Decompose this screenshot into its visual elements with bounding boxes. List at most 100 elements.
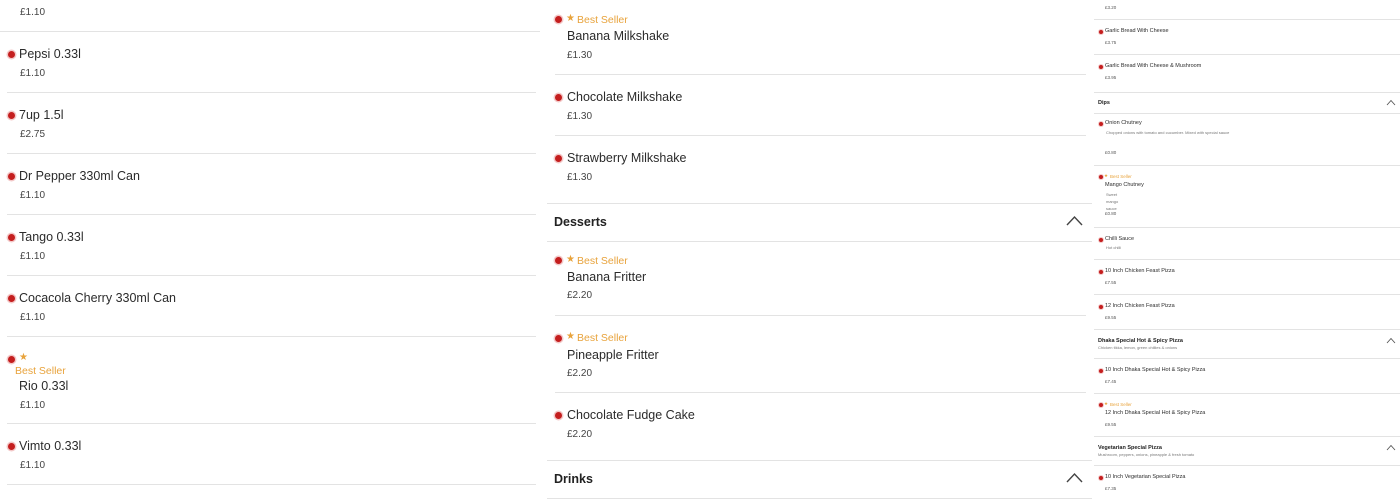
item-indicator-icon: [1099, 369, 1103, 373]
menu-item[interactable]: £1.10: [0, 0, 540, 32]
item-price: £1.30: [567, 111, 593, 122]
menu-item-10in-vegetarian-special[interactable]: 10 Inch Vegetarian Special Pizza £7.35: [1094, 466, 1400, 500]
menu-item-12in-dhaka-special[interactable]: ★ Best Seller 12 Inch Dhaka Special Hot …: [1094, 394, 1400, 437]
item-name: 10 Inch Chicken Feast Pizza: [1105, 268, 1175, 274]
item-name: Chocolate Fudge Cake: [567, 408, 695, 422]
menu-item-dr-pepper[interactable]: Dr Pepper 330ml Can £1.10: [7, 154, 536, 215]
chevron-up-icon[interactable]: [1066, 215, 1083, 226]
item-indicator-icon: [1099, 122, 1103, 126]
menu-item-banana-fritter[interactable]: ★ Best Seller Banana Fritter £2.20: [555, 242, 1086, 316]
star-icon: ★: [566, 254, 575, 265]
item-name: Banana Milkshake: [567, 29, 670, 43]
item-price: £7.45: [1105, 379, 1117, 384]
item-name: 12 Inch Dhaka Special Hot & Spicy Pizza: [1105, 410, 1206, 416]
item-price: £1.10: [20, 7, 46, 18]
menu-item-garlic-bread-cheese[interactable]: Garlic Bread With Cheese £3.75: [1094, 20, 1400, 55]
menu-column-desserts: ★ Best Seller Banana Milkshake £1.30 Cho…: [547, 0, 1092, 500]
item-indicator-icon: [555, 257, 562, 264]
item-name: Garlic Bread With Cheese & Mushroom: [1105, 63, 1202, 69]
menu-item-10in-chicken-feast[interactable]: 10 Inch Chicken Feast Pizza £7.55: [1094, 260, 1400, 295]
menu-item-onion-chutney[interactable]: Onion Chutney Chopped onions with tomato…: [1094, 114, 1400, 166]
item-price: £2.20: [567, 368, 593, 379]
item-name: Rio 0.33l: [19, 379, 69, 393]
chevron-up-icon[interactable]: [1386, 99, 1396, 106]
menu-item-rio[interactable]: ★ Best Seller Rio 0.33l £1.10: [7, 337, 536, 424]
menu-item-7up[interactable]: 7up 1.5l £2.75: [7, 93, 536, 154]
section-title: Dips: [1098, 100, 1110, 106]
star-icon: ★: [566, 331, 575, 342]
item-name: 7up 1.5l: [19, 108, 64, 122]
item-indicator-icon: [1099, 305, 1103, 309]
menu-item-pepsi[interactable]: Pepsi 0.33l £1.10: [7, 32, 536, 93]
section-title: Drinks: [554, 472, 593, 486]
item-price: £0.80: [1105, 211, 1117, 216]
section-title: Vegetarian Special Pizza: [1098, 445, 1162, 451]
item-indicator-icon: [8, 295, 15, 302]
menu-item-pineapple-fritter[interactable]: ★ Best Seller Pineapple Fritter £2.20: [555, 316, 1086, 393]
best-seller-badge: Best Seller: [1110, 174, 1132, 179]
chevron-up-icon[interactable]: [1386, 337, 1396, 344]
item-price: £3.20: [1105, 5, 1117, 10]
best-seller-badge: Best Seller: [15, 365, 66, 377]
item-name: Cocacola Cherry 330ml Can: [19, 291, 177, 305]
item-price: £1.10: [20, 251, 46, 262]
item-price: £9.55: [1105, 422, 1117, 427]
item-indicator-icon: [8, 356, 15, 363]
item-price: £9.55: [1105, 315, 1117, 320]
item-name: 10 Inch Dhaka Special Hot & Spicy Pizza: [1105, 367, 1206, 373]
item-name: Pepsi 0.33l: [19, 47, 81, 61]
section-title: Desserts: [554, 215, 607, 229]
menu-item[interactable]: £3.20: [1094, 0, 1400, 20]
menu-item-banana-milkshake[interactable]: ★ Best Seller Banana Milkshake £1.30: [555, 0, 1086, 75]
item-indicator-icon: [555, 335, 562, 342]
item-indicator-icon: [555, 16, 562, 23]
item-price: £1.10: [20, 460, 46, 471]
section-header-dips[interactable]: Dips: [1094, 93, 1400, 114]
section-header-desserts[interactable]: Desserts: [547, 203, 1092, 242]
item-name: 12 Inch Chicken Feast Pizza: [1105, 303, 1175, 309]
item-name: 10 Inch Vegetarian Special Pizza: [1105, 474, 1186, 480]
item-indicator-icon: [1099, 175, 1103, 179]
item-name: Chilli Sauce: [1105, 236, 1135, 242]
section-description: Mushroom, peppers, onions, pineapple & f…: [1098, 452, 1195, 457]
item-name: Tango 0.33l: [19, 230, 84, 244]
menu-item-vimto[interactable]: Vimto 0.33l £1.10: [7, 424, 536, 485]
item-name: Onion Chutney: [1105, 120, 1142, 126]
item-name: Chocolate Milkshake: [567, 90, 683, 104]
item-price: £1.10: [20, 312, 46, 323]
item-indicator-icon: [1099, 476, 1103, 480]
menu-item-12in-chicken-feast[interactable]: 12 Inch Chicken Feast Pizza £9.55: [1094, 295, 1400, 330]
menu-item-10in-dhaka-special[interactable]: 10 Inch Dhaka Special Hot & Spicy Pizza …: [1094, 359, 1400, 394]
item-price: £7.35: [1105, 486, 1117, 491]
item-indicator-icon: [1099, 270, 1103, 274]
item-name: Mango Chutney: [1105, 182, 1144, 188]
best-seller-badge: Best Seller: [1110, 402, 1132, 407]
item-price: £1.10: [20, 400, 46, 411]
item-indicator-icon: [555, 155, 562, 162]
best-seller-badge: Best Seller: [577, 14, 628, 26]
chevron-up-icon[interactable]: [1066, 472, 1083, 483]
best-seller-badge: Best Seller: [577, 255, 628, 267]
menu-item-garlic-bread-cheese-mushroom[interactable]: Garlic Bread With Cheese & Mushroom £3.9…: [1094, 55, 1400, 93]
menu-item-chilli-sauce[interactable]: Chilli Sauce Hot chilli: [1094, 228, 1400, 260]
section-header-dhaka-special[interactable]: Dhaka Special Hot & Spicy Pizza Chicken …: [1094, 330, 1400, 359]
menu-item-tango[interactable]: Tango 0.33l £1.10: [7, 215, 536, 276]
menu-item-mango-chutney[interactable]: ★ Best Seller Mango Chutney Sweet mango …: [1094, 166, 1400, 228]
item-indicator-icon: [1099, 238, 1103, 242]
chevron-up-icon[interactable]: [1386, 444, 1396, 451]
item-price: £2.20: [567, 290, 593, 301]
star-icon: ★: [1104, 401, 1109, 406]
menu-item-cocacola-cherry[interactable]: Cocacola Cherry 330ml Can £1.10: [7, 276, 536, 337]
star-icon: ★: [566, 13, 575, 24]
item-name: Banana Fritter: [567, 270, 647, 284]
item-indicator-icon: [555, 94, 562, 101]
star-icon: ★: [1104, 173, 1109, 178]
menu-item-chocolate-fudge-cake[interactable]: Chocolate Fudge Cake £2.20: [555, 393, 1086, 460]
menu-column-drinks: £1.10 Pepsi 0.33l £1.10 7up 1.5l £2.75 D…: [0, 0, 540, 500]
section-header-vegetarian-special[interactable]: Vegetarian Special Pizza Mushroom, peppe…: [1094, 437, 1400, 466]
menu-item-chocolate-milkshake[interactable]: Chocolate Milkshake £1.30: [555, 75, 1086, 136]
menu-item-strawberry-milkshake[interactable]: Strawberry Milkshake £1.30: [555, 136, 1086, 203]
item-name: Dr Pepper 330ml Can: [19, 169, 140, 183]
section-header-drinks[interactable]: Drinks: [547, 460, 1092, 499]
item-price: £0.80: [1105, 150, 1117, 155]
